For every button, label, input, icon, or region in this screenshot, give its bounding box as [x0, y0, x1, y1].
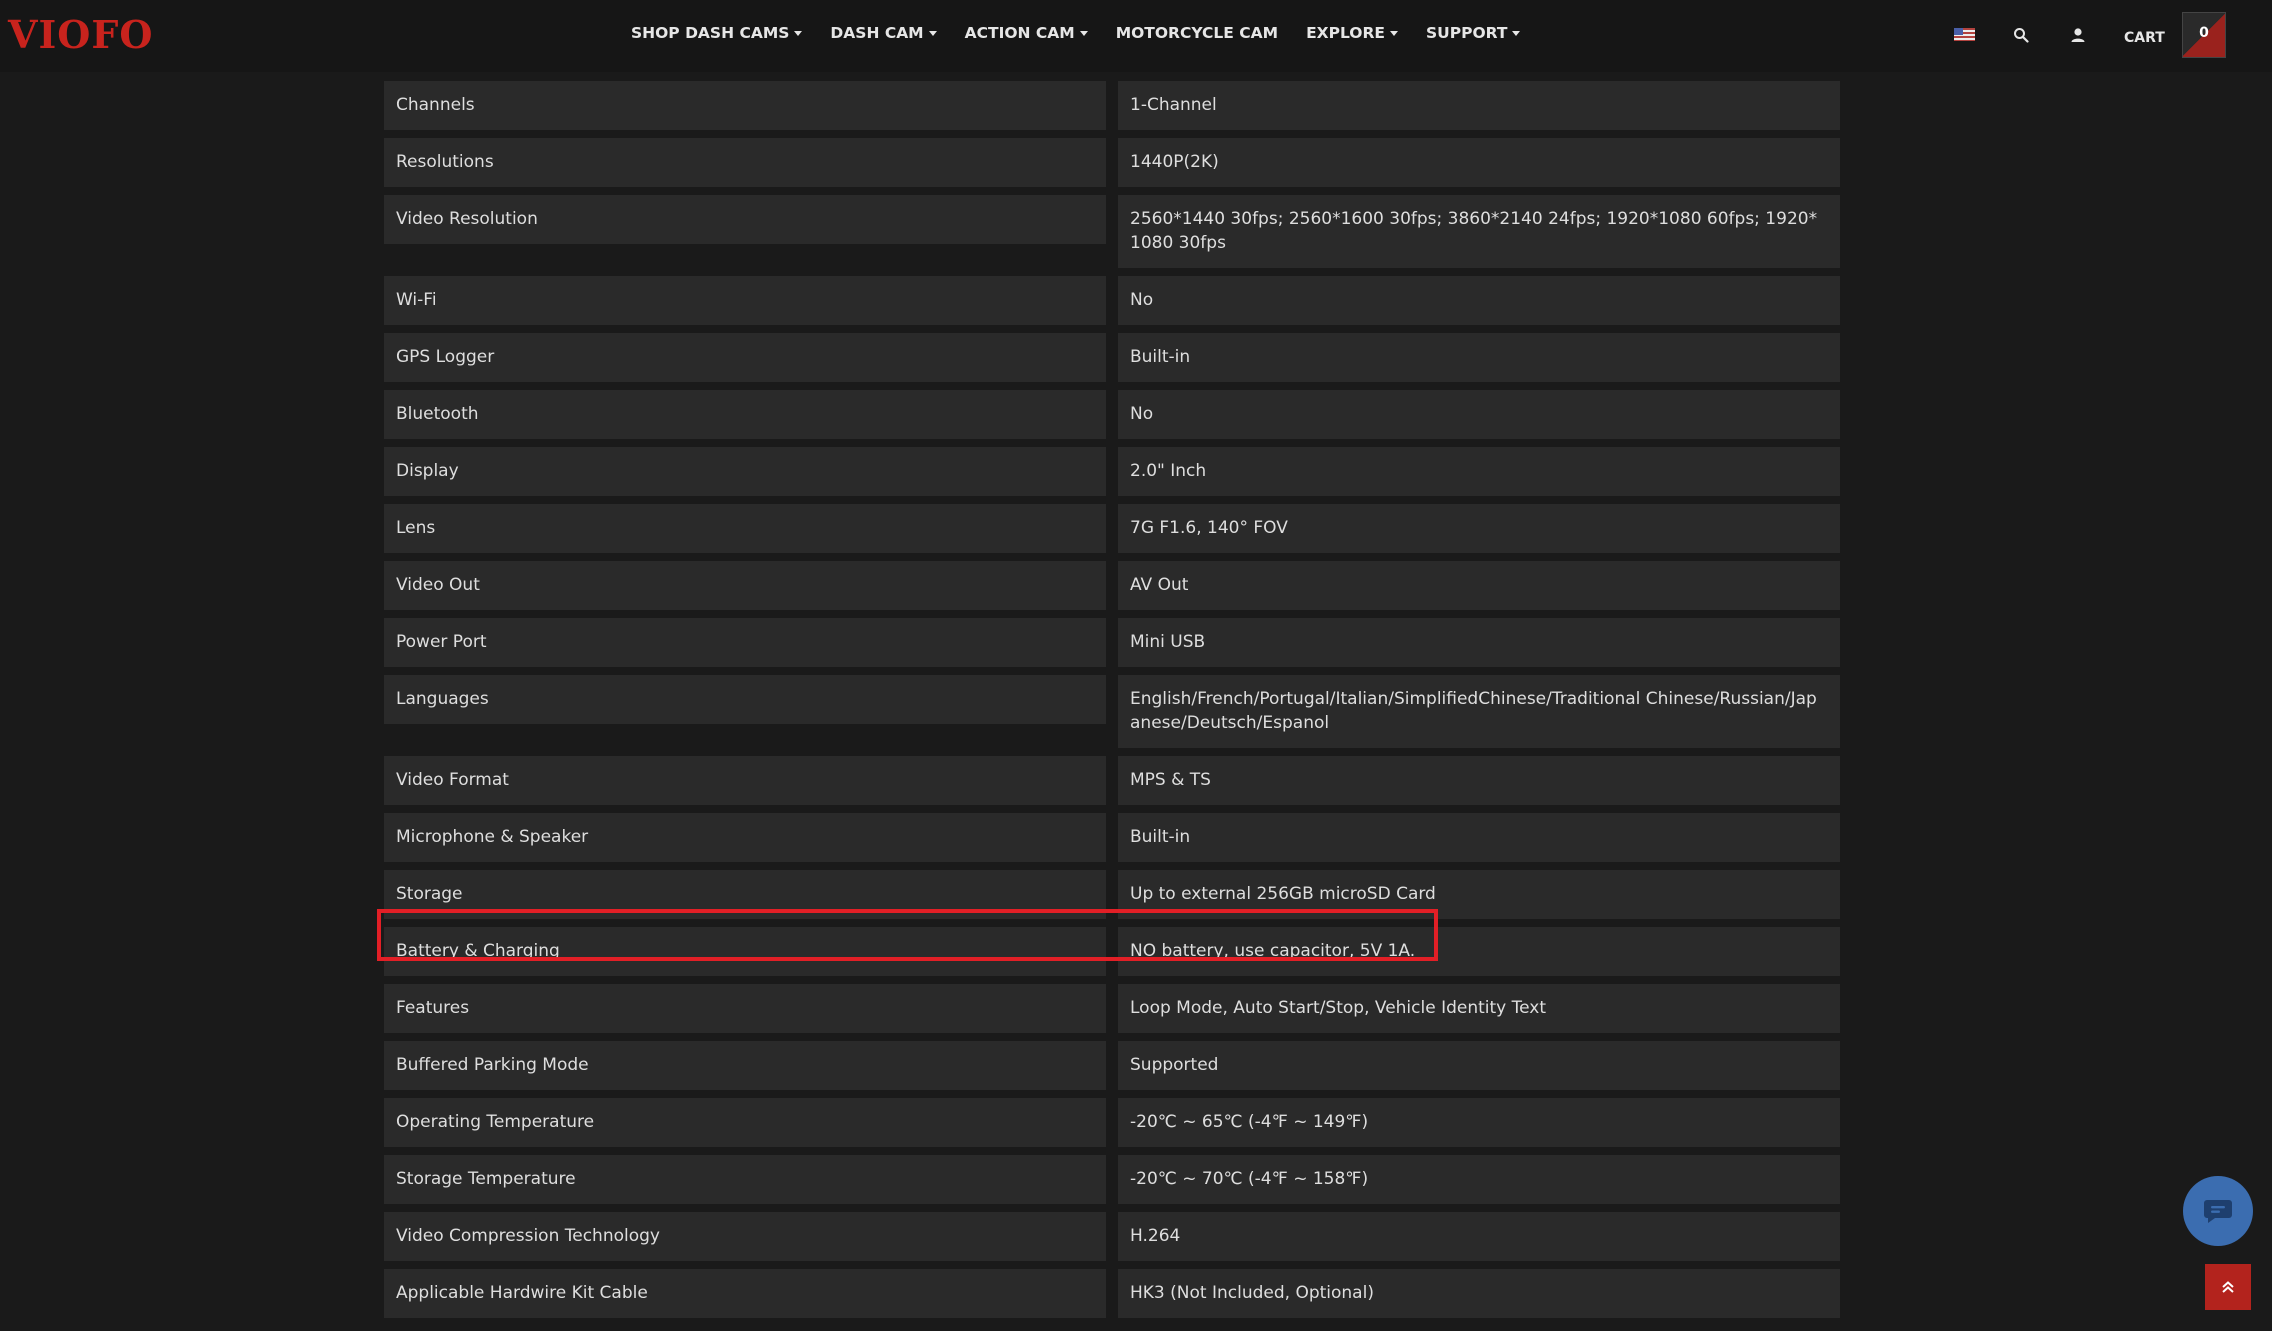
- search-icon[interactable]: [2013, 27, 2029, 43]
- spec-row: Wi-Fi No: [384, 276, 1840, 325]
- spec-label: Video Format: [384, 756, 1106, 805]
- spec-label: Power Port: [384, 618, 1106, 667]
- spec-value: Supported: [1118, 1041, 1840, 1090]
- spec-row: Languages English/French/Portugal/Italian…: [384, 675, 1840, 748]
- spec-row: Video Compression Technology H.264: [384, 1212, 1840, 1261]
- main-nav: SHOP DASH CAMS DASH CAM ACTION CAM MOTOR…: [631, 24, 1548, 42]
- scroll-to-top-button[interactable]: [2205, 1264, 2251, 1310]
- spec-value: AV Out: [1118, 561, 1840, 610]
- spec-value: 2560*1440 30fps; 2560*1600 30fps; 3860*2…: [1118, 195, 1840, 268]
- spec-row: Features Loop Mode, Auto Start/Stop, Vehi…: [384, 984, 1840, 1033]
- spec-value: No: [1118, 276, 1840, 325]
- spec-label: Storage Temperature: [384, 1155, 1106, 1204]
- spec-value: Built-in: [1118, 333, 1840, 382]
- spec-value: Up to external 256GB microSD Card: [1118, 870, 1840, 919]
- nav-motorcycle-cam[interactable]: MOTORCYCLE CAM: [1116, 24, 1278, 42]
- spec-label: Video Resolution: [384, 195, 1106, 244]
- cart-link[interactable]: CART: [2124, 30, 2165, 46]
- spec-row: Operating Temperature -20℃ ~ 65℃ (-4℉ ~ 1…: [384, 1098, 1840, 1147]
- spec-label: GPS Logger: [384, 333, 1106, 382]
- spec-row: Buffered Parking Mode Supported: [384, 1041, 1840, 1090]
- spec-value: -20℃ ~ 70℃ (-4℉ ~ 158℉): [1118, 1155, 1840, 1204]
- cart-button[interactable]: 0: [2182, 12, 2226, 58]
- spec-label: Channels: [384, 81, 1106, 130]
- spec-label: Display: [384, 447, 1106, 496]
- spec-value: Loop Mode, Auto Start/Stop, Vehicle Iden…: [1118, 984, 1840, 1033]
- spec-label: Storage: [384, 870, 1106, 919]
- spec-row: Display 2.0" Inch: [384, 447, 1840, 496]
- caret-down-icon: [794, 30, 803, 36]
- spec-value: Mini USB: [1118, 618, 1840, 667]
- nav-label: EXPLORE: [1306, 24, 1385, 42]
- nav-label: SHOP DASH CAMS: [631, 24, 790, 42]
- spec-value: Built-in: [1118, 813, 1840, 862]
- spec-label: Bluetooth: [384, 390, 1106, 439]
- nav-label: SUPPORT: [1426, 24, 1508, 42]
- spec-row: GPS Logger Built-in: [384, 333, 1840, 382]
- spec-label: Operating Temperature: [384, 1098, 1106, 1147]
- spec-value: HK3 (Not Included, Optional): [1118, 1269, 1840, 1318]
- spec-label: Languages: [384, 675, 1106, 724]
- nav-shop-dash-cams[interactable]: SHOP DASH CAMS: [631, 24, 803, 42]
- spec-label: Battery & Charging: [384, 927, 1106, 976]
- chat-button[interactable]: [2183, 1176, 2253, 1246]
- spec-value: 1440P(2K): [1118, 138, 1840, 187]
- spec-label: Applicable Hardwire Kit Cable: [384, 1269, 1106, 1318]
- nav-explore[interactable]: EXPLORE: [1306, 24, 1398, 42]
- spec-row: Channels 1-Channel: [384, 81, 1840, 130]
- spec-row: Bluetooth No: [384, 390, 1840, 439]
- spec-row: Battery & Charging NO battery, use capaci…: [384, 927, 1840, 976]
- double-chevron-up-icon: [2222, 1281, 2234, 1293]
- caret-down-icon: [1512, 30, 1521, 36]
- nav-label: ACTION CAM: [964, 24, 1075, 42]
- chat-icon: [2204, 1200, 2232, 1223]
- us-flag-icon[interactable]: [1954, 28, 1975, 41]
- caret-down-icon: [1079, 30, 1088, 36]
- spec-value: 7G F1.6, 140° FOV: [1118, 504, 1840, 553]
- nav-support[interactable]: SUPPORT: [1426, 24, 1521, 42]
- spec-row: Microphone & Speaker Built-in: [384, 813, 1840, 862]
- spec-label: Features: [384, 984, 1106, 1033]
- spec-row: Storage Temperature -20℃ ~ 70℃ (-4℉ ~ 158…: [384, 1155, 1840, 1204]
- spec-value: 2.0" Inch: [1118, 447, 1840, 496]
- top-navigation-bar: VIOFO SHOP DASH CAMS DASH CAM ACTION CAM…: [0, 0, 2272, 72]
- spec-value: MPS & TS: [1118, 756, 1840, 805]
- spec-value: No: [1118, 390, 1840, 439]
- spec-value: -20℃ ~ 65℃ (-4℉ ~ 149℉): [1118, 1098, 1840, 1147]
- spec-row: Lens 7G F1.6, 140° FOV: [384, 504, 1840, 553]
- spec-row: Power Port Mini USB: [384, 618, 1840, 667]
- user-icon[interactable]: [2070, 27, 2086, 43]
- caret-down-icon: [928, 30, 937, 36]
- spec-label: Buffered Parking Mode: [384, 1041, 1106, 1090]
- spec-row: Video Resolution 2560*1440 30fps; 2560*16…: [384, 195, 1840, 268]
- spec-value: NO battery, use capacitor, 5V 1A.: [1118, 927, 1840, 976]
- nav-label: MOTORCYCLE CAM: [1115, 24, 1279, 42]
- spec-row: Applicable Hardwire Kit Cable HK3 (Not In…: [384, 1269, 1840, 1318]
- caret-down-icon: [1390, 30, 1398, 36]
- viofo-logo[interactable]: VIOFO: [8, 12, 153, 57]
- cart-count-badge: 0: [2199, 25, 2209, 41]
- nav-dash-cam[interactable]: DASH CAM: [830, 24, 937, 42]
- spec-label: Wi-Fi: [384, 276, 1106, 325]
- spec-row: Resolutions 1440P(2K): [384, 138, 1840, 187]
- spec-label: Microphone & Speaker: [384, 813, 1106, 862]
- spec-label: Resolutions: [384, 138, 1106, 187]
- spec-value: English/French/Portugal/Italian/Simplifi…: [1118, 675, 1840, 748]
- spec-label: Lens: [384, 504, 1106, 553]
- spec-value: 1-Channel: [1118, 81, 1840, 130]
- spec-row: Video Out AV Out: [384, 561, 1840, 610]
- spec-row: Video Format MPS & TS: [384, 756, 1840, 805]
- spec-table: Channels 1-Channel Resolutions 1440P(2K) Vid…: [384, 81, 1840, 1326]
- spec-label: Video Out: [384, 561, 1106, 610]
- spec-label: Video Compression Technology: [384, 1212, 1106, 1261]
- spec-value: H.264: [1118, 1212, 1840, 1261]
- nav-action-cam[interactable]: ACTION CAM: [965, 24, 1088, 42]
- spec-row: Storage Up to external 256GB microSD Card: [384, 870, 1840, 919]
- nav-label: DASH CAM: [830, 24, 924, 42]
